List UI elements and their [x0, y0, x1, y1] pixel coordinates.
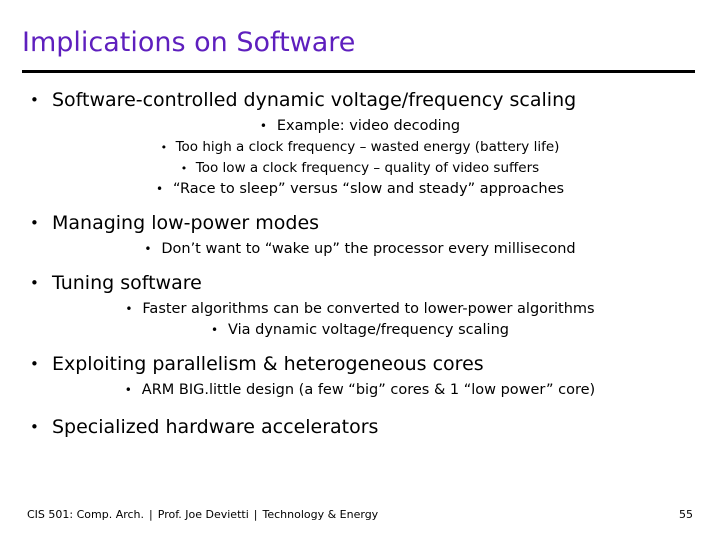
- bullet-text: Specialized hardware accelerators: [52, 416, 379, 438]
- slide-footer: CIS 501: Comp. Arch. | Prof. Joe Devietti |…: [27, 508, 693, 522]
- bullet-text: Don’t want to “wake up” the processor ev…: [161, 241, 576, 257]
- bullet-marker-icon: •: [124, 383, 132, 397]
- bullet-text: Software-controlled dynamic voltage/freq…: [52, 89, 577, 111]
- bullet-text: Managing low-power modes: [52, 212, 320, 234]
- bullet-item-level2: • Via dynamic voltage/frequency scaling: [211, 320, 509, 341]
- bullet-marker-icon: •: [30, 214, 39, 232]
- bullet-marker-icon: •: [160, 141, 168, 154]
- bullet-item-level2: • ARM BIG.little design (a few “big” cor…: [125, 380, 595, 401]
- bullet-text: Faster algorithms can be converted to lo…: [142, 301, 595, 317]
- bullet-item-level1: • Specialized hardware accelerators: [30, 415, 720, 439]
- bullet-item-level1: • Exploiting parallelism & heterogeneous…: [30, 352, 720, 376]
- bullet-row-level2: • Faster algorithms can be converted to …: [0, 299, 720, 320]
- bullet-text: Too low a clock frequency – quality of v…: [195, 160, 540, 176]
- bullet-item-level2: • “Race to sleep” versus “slow and stead…: [156, 179, 564, 200]
- bullet-item-level2: • Example: video decoding: [260, 116, 460, 137]
- bullet-item-level3: • Too low a clock frequency – quality of…: [181, 158, 539, 179]
- footer-instructor: Prof. Joe Devietti: [157, 508, 249, 521]
- bullet-row-level2: • Via dynamic voltage/frequency scaling: [0, 320, 720, 341]
- bullet-marker-icon: •: [30, 91, 39, 109]
- bullet-item-level1: • Managing low-power modes: [30, 211, 720, 235]
- bullet-marker-icon: •: [211, 323, 219, 337]
- slide-body: • Software-controlled dynamic voltage/fr…: [0, 88, 720, 439]
- footer-topic: Technology & Energy: [262, 508, 379, 521]
- bullet-text: Tuning software: [52, 272, 202, 294]
- bullet-text: ARM BIG.little design (a few “big” cores…: [141, 382, 596, 398]
- bullet-marker-icon: •: [125, 302, 133, 316]
- bullet-row-level2: • ARM BIG.little design (a few “big” cor…: [0, 380, 720, 401]
- bullet-item-level2: • Don’t want to “wake up” the processor …: [144, 239, 575, 260]
- footer-info: CIS 501: Comp. Arch. | Prof. Joe Devietti |…: [27, 508, 378, 522]
- bullet-row-level3: • Too low a clock frequency – quality of…: [0, 158, 720, 179]
- bullet-text: “Race to sleep” versus “slow and steady”…: [172, 181, 565, 197]
- footer-separator-2: |: [253, 508, 258, 521]
- bullet-item-level1: • Tuning software: [30, 271, 720, 295]
- bullet-marker-icon: •: [180, 162, 188, 175]
- page-number: 55: [679, 508, 693, 521]
- bullet-marker-icon: •: [30, 418, 39, 436]
- bullet-row-level2: • Example: video decoding: [0, 116, 720, 137]
- bullet-text: Via dynamic voltage/frequency scaling: [228, 322, 509, 338]
- bullet-row-level2: • “Race to sleep” versus “slow and stead…: [0, 179, 720, 200]
- bullet-marker-icon: •: [259, 119, 267, 133]
- page-title: Implications on Software: [22, 27, 356, 58]
- title-divider: [22, 70, 695, 73]
- bullet-text: Example: video decoding: [276, 118, 461, 134]
- footer-separator: |: [149, 508, 153, 521]
- title-block: Implications on Software: [22, 26, 696, 60]
- bullet-item-level1: • Software-controlled dynamic voltage/fr…: [30, 88, 720, 112]
- footer-course: CIS 501: Comp. Arch.: [27, 508, 145, 521]
- bullet-row-level3: • Too high a clock frequency – wasted en…: [0, 137, 720, 158]
- bullet-item-level3: • Too high a clock frequency – wasted en…: [161, 137, 560, 158]
- bullet-row-level2: • Don’t want to “wake up” the processor …: [0, 239, 720, 260]
- bullet-marker-icon: •: [30, 274, 39, 292]
- slide-canvas: Implications on Software • Software-cont…: [0, 0, 720, 540]
- bullet-text: Too high a clock frequency – wasted ener…: [175, 139, 560, 155]
- bullet-item-level2: • Faster algorithms can be converted to …: [125, 299, 594, 320]
- bullet-text: Exploiting parallelism & heterogeneous c…: [52, 353, 484, 375]
- bullet-marker-icon: •: [144, 242, 152, 256]
- bullet-marker-icon: •: [30, 355, 39, 373]
- bullet-marker-icon: •: [155, 182, 164, 196]
